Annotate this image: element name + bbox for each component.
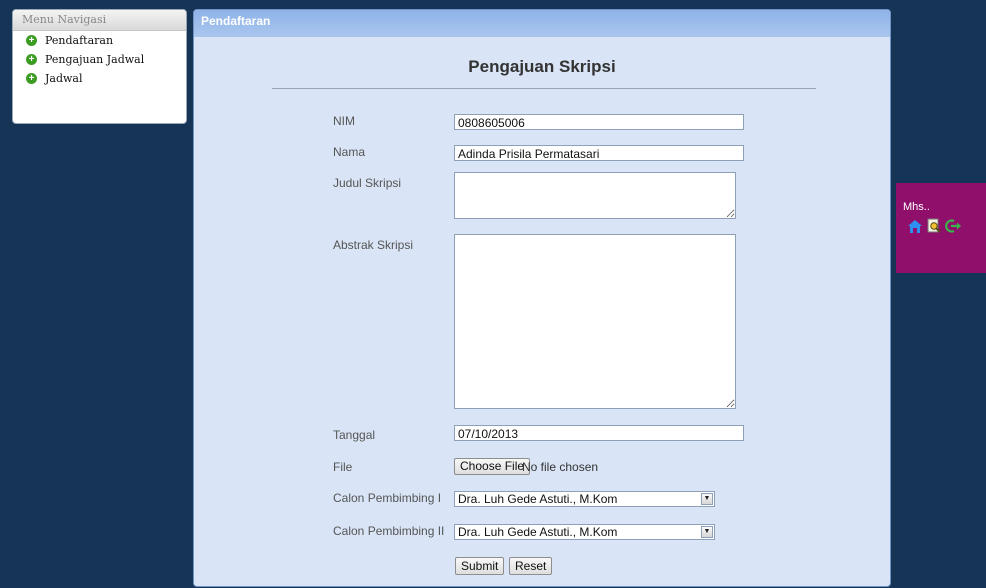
tanggal-field[interactable]: 07/10/2013 xyxy=(454,425,744,441)
user-panel: Mhs.. xyxy=(896,183,986,273)
dropdown-arrow-icon[interactable]: ▼ xyxy=(701,526,713,538)
navigation-menu: Menu Navigasi + Pendaftaran + Pengajuan … xyxy=(12,9,187,124)
logout-arrow-icon[interactable] xyxy=(945,218,961,234)
dropdown-arrow-icon[interactable]: ▼ xyxy=(701,493,713,505)
calon-pembimbing-2-label: Calon Pembimbing II xyxy=(333,524,445,538)
nav-item-jadwal[interactable]: + Jadwal xyxy=(13,69,186,88)
judul-skripsi-label: Judul Skripsi xyxy=(333,176,402,190)
file-status-text: No file chosen xyxy=(522,460,599,474)
registration-panel: Pendaftaran Pengajuan Skripsi NIM 080860… xyxy=(193,9,891,587)
calon-pembimbing-1-select[interactable]: Dra. Luh Gede Astuti., M.Kom ▼ xyxy=(454,491,715,507)
panel-header: Pendaftaran xyxy=(194,10,890,37)
search-document-icon[interactable] xyxy=(926,218,942,234)
tanggal-label: Tanggal xyxy=(333,428,376,442)
nav-item-pendaftaran[interactable]: + Pendaftaran xyxy=(13,31,186,50)
page-title: Pengajuan Skripsi xyxy=(468,57,616,76)
nav-item-label: Jadwal xyxy=(45,72,83,85)
nav-item-pengajuan-jadwal[interactable]: + Pengajuan Jadwal xyxy=(13,50,186,69)
plus-circle-icon: + xyxy=(26,73,37,84)
select-value: Dra. Luh Gede Astuti., M.Kom xyxy=(458,492,618,506)
submit-button[interactable]: Submit xyxy=(455,557,505,575)
nim-label: NIM xyxy=(333,114,355,128)
calon-pembimbing-2-select[interactable]: Dra. Luh Gede Astuti., M.Kom ▼ xyxy=(454,524,715,540)
nim-field[interactable]: 0808605006 xyxy=(454,114,744,130)
abstrak-skripsi-label: Abstrak Skripsi xyxy=(333,238,414,252)
nama-label: Nama xyxy=(333,145,366,159)
nav-item-label: Pendaftaran xyxy=(45,34,114,47)
abstrak-skripsi-textarea[interactable] xyxy=(454,234,736,409)
home-icon[interactable] xyxy=(907,218,923,234)
select-value: Dra. Luh Gede Astuti., M.Kom xyxy=(458,525,618,539)
user-label: Mhs.. xyxy=(903,201,930,213)
title-divider xyxy=(272,88,816,89)
nav-item-label: Pengajuan Jadwal xyxy=(45,53,145,66)
reset-button[interactable]: Reset xyxy=(509,557,553,575)
calon-pembimbing-1-label: Calon Pembimbing I xyxy=(333,491,442,505)
choose-file-button[interactable]: Choose File xyxy=(454,458,531,475)
judul-skripsi-textarea[interactable] xyxy=(454,172,736,219)
nama-field[interactable]: Adinda Prisila Permatasari xyxy=(454,145,744,161)
navigation-menu-header: Menu Navigasi xyxy=(13,10,186,31)
plus-circle-icon: + xyxy=(26,54,37,65)
file-label: File xyxy=(333,460,353,474)
plus-circle-icon: + xyxy=(26,35,37,46)
